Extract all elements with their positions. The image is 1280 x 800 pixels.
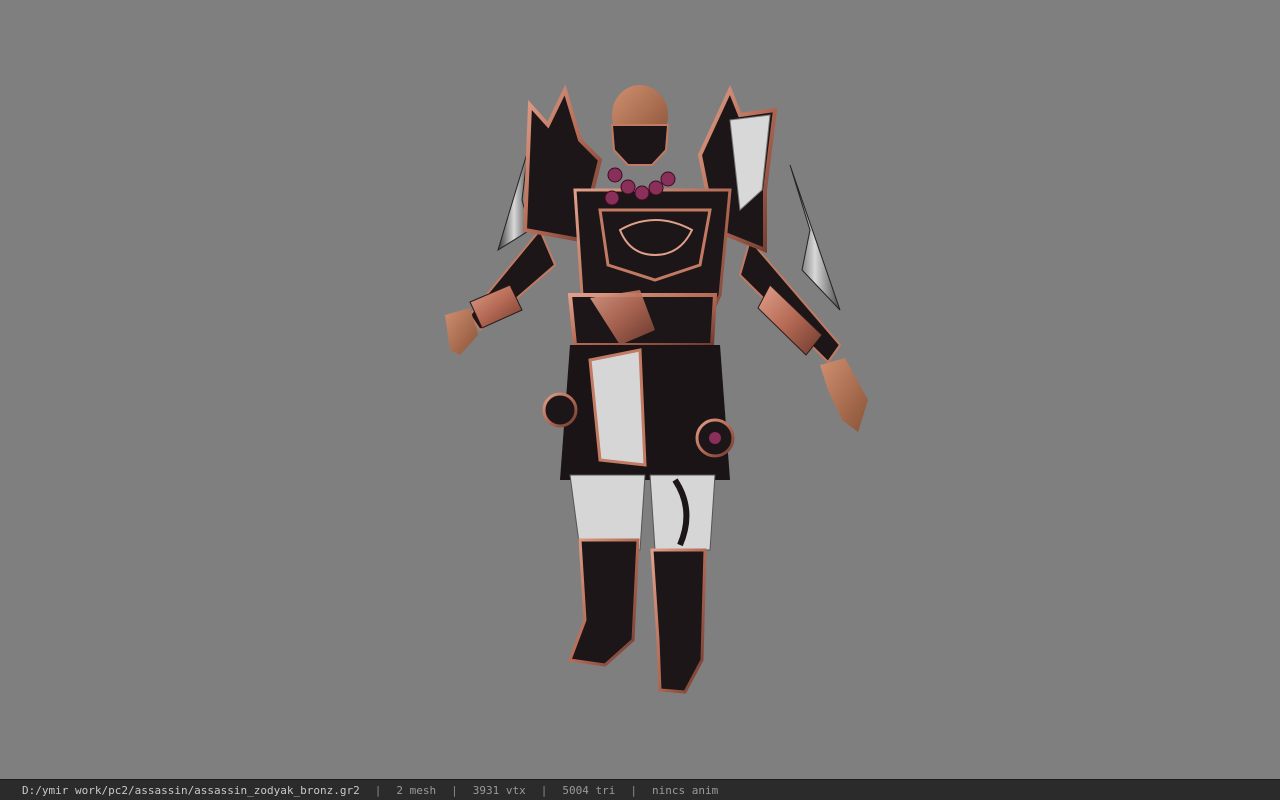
status-bar: D:/ymir work/pc2/assassin/assassin_zodya… [0, 779, 1280, 800]
file-path: D:/ymir work/pc2/assassin/assassin_zodya… [22, 783, 360, 797]
separator: | [540, 783, 548, 797]
character-model [445, 84, 868, 694]
mesh-count: 2 mesh [396, 783, 437, 797]
animation-status: nincs anim [651, 783, 719, 797]
separator: | [630, 783, 637, 797]
separator: | [451, 783, 458, 797]
triangle-count: 5004 tri [562, 783, 616, 797]
3d-viewport[interactable] [0, 0, 1280, 779]
vertex-count: 3931 vtx [472, 783, 526, 797]
separator: | [374, 783, 382, 797]
